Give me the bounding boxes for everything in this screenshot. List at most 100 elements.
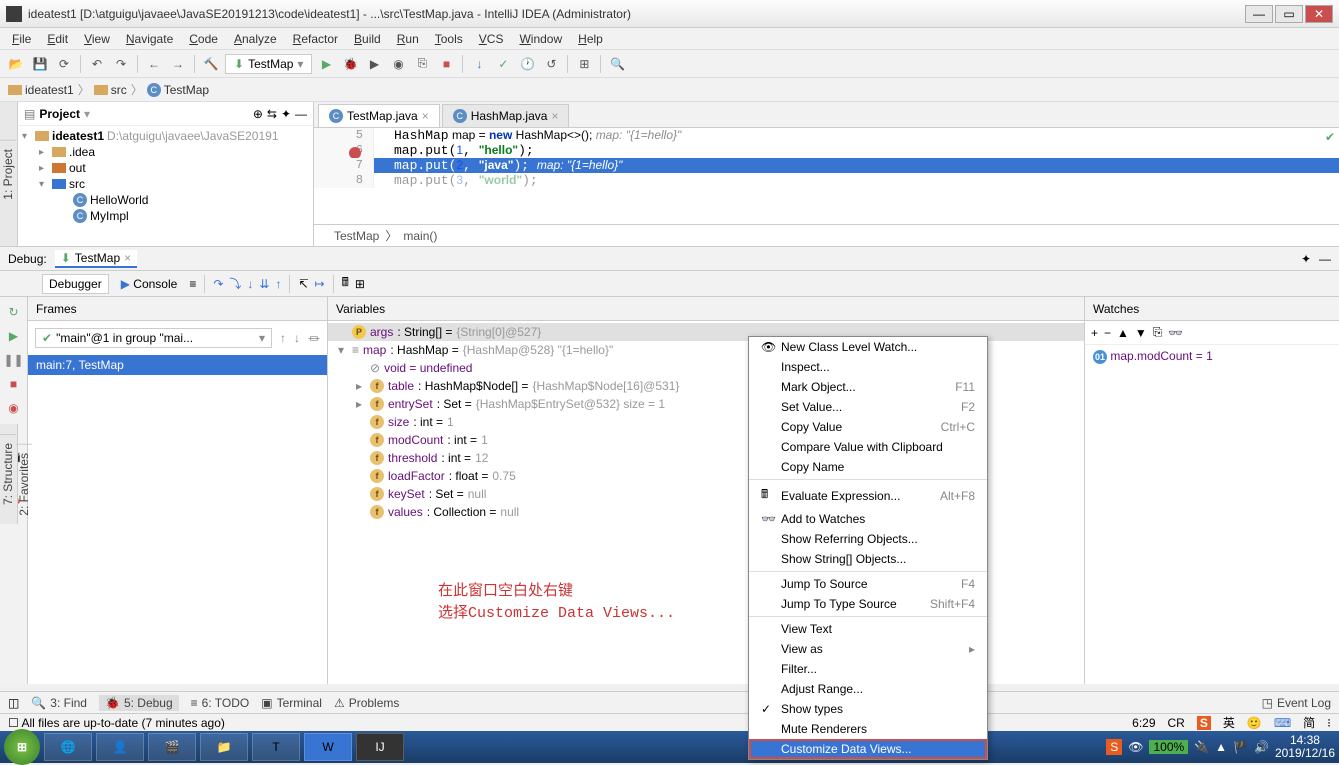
threads-icon[interactable]: ≡ (189, 277, 196, 291)
run-config-dropdown[interactable]: ⬇TestMap▾ (225, 54, 312, 74)
menu-item[interactable]: Set Value...F2 (749, 397, 987, 417)
tray-icon[interactable]: 👁 (1128, 740, 1143, 754)
project-tree[interactable]: ▾ideatest1 D:\atguigu\javaee\JavaSE20191… (18, 126, 313, 246)
stack-frame[interactable]: main:7, TestMap (28, 355, 327, 375)
back-icon[interactable]: ← (144, 54, 164, 74)
editor-tab[interactable]: CHashMap.java× (442, 104, 570, 127)
redo-icon[interactable]: ↷ (111, 54, 131, 74)
menu-run[interactable]: Run (389, 30, 427, 48)
menu-item[interactable]: Adjust Range... (749, 679, 987, 699)
menu-item[interactable]: View as▸ (749, 639, 987, 659)
crumb-folder[interactable]: src (94, 83, 127, 97)
tray-volume-icon[interactable]: 🔊 (1254, 740, 1269, 754)
evaluate-icon[interactable]: 🖩 (342, 273, 349, 294)
menu-view[interactable]: View (76, 30, 118, 48)
search-icon[interactable]: 🔍 (607, 54, 627, 74)
close-button[interactable]: ✕ (1305, 5, 1333, 23)
duplicate-watch-icon[interactable]: ⎘ (1153, 325, 1163, 340)
start-button[interactable]: ⊞ (4, 729, 40, 765)
collapse-all-icon[interactable]: ✦ (281, 107, 291, 121)
console-tab[interactable]: ▶ Console (115, 275, 184, 293)
drop-frame-icon[interactable]: ↸ (298, 277, 308, 291)
resume-icon[interactable]: ▶ (5, 327, 23, 345)
run-icon[interactable]: ▶ (316, 54, 336, 74)
menu-item[interactable]: ✓Show types (749, 699, 987, 719)
refresh-icon[interactable]: ⟳ (54, 54, 74, 74)
taskbar-app[interactable]: 🎬 (148, 733, 196, 761)
taskbar-app[interactable]: W (304, 733, 352, 761)
code-line[interactable]: 5HashMap map = new HashMap<>(); map: "{1… (314, 128, 1339, 143)
taskbar-app[interactable]: 📁 (200, 733, 248, 761)
step-into-icon[interactable]: ↓ (247, 277, 253, 291)
menu-item[interactable]: Jump To SourceF4 (749, 574, 987, 594)
hide-debug-icon[interactable]: — (1319, 252, 1331, 266)
hide-icon[interactable]: — (295, 107, 307, 121)
vcs-update-icon[interactable]: ↓ (469, 54, 489, 74)
menu-navigate[interactable]: Navigate (118, 30, 181, 48)
menu-code[interactable]: Code (181, 30, 226, 48)
forward-icon[interactable]: → (168, 54, 188, 74)
add-watch-icon[interactable]: + (1091, 326, 1098, 340)
menu-item[interactable]: Mute Renderers (749, 719, 987, 739)
menu-analyze[interactable]: Analyze (226, 30, 285, 48)
project-view-dropdown[interactable]: ▤ Project ▾ (24, 107, 249, 121)
vcs-commit-icon[interactable]: ✓ (493, 54, 513, 74)
step-over-icon[interactable]: ⤵ (229, 275, 241, 292)
attach-icon[interactable]: ⎘ (412, 54, 432, 74)
minimize-button[interactable]: — (1245, 5, 1273, 23)
force-step-into-icon[interactable]: ⇊ (259, 277, 269, 291)
thread-dropdown[interactable]: ✔"main"@1 in group "mai...▾ (35, 328, 272, 348)
code-line[interactable]: 8map.put(3, "world"); (314, 173, 1339, 188)
code-line[interactable]: 7map.put(2, "java"); map: "{1=hello}" (314, 158, 1339, 173)
select-opened-icon[interactable]: ⊕ (253, 107, 263, 121)
debug-tool-tab[interactable]: 🐞 5: Debug (99, 695, 179, 711)
menu-vcs[interactable]: VCS (471, 30, 512, 48)
tray-battery[interactable]: 100% (1149, 740, 1188, 754)
ime-script[interactable]: 简 (1303, 714, 1315, 731)
structure-tool-tab[interactable]: 7: Structure (0, 434, 16, 513)
profile-icon[interactable]: ◉ (388, 54, 408, 74)
undo-icon[interactable]: ↶ (87, 54, 107, 74)
tool-window-quick-access-icon[interactable]: ◫ (8, 696, 19, 710)
remove-watch-icon[interactable]: − (1104, 326, 1111, 340)
tray-flag-icon[interactable]: 🏴 (1233, 740, 1248, 754)
debug-session-tab[interactable]: ⬇TestMap× (55, 250, 137, 268)
menu-window[interactable]: Window (511, 30, 570, 48)
rerun-icon[interactable]: ↻ (5, 303, 23, 321)
menu-item[interactable]: Customize Data Views... (749, 739, 987, 759)
menu-item[interactable]: Filter... (749, 659, 987, 679)
todo-tool-tab[interactable]: ≡ 6: TODO (191, 696, 250, 710)
watch-up-icon[interactable]: ▲ (1117, 326, 1129, 340)
breakpoints-icon[interactable]: ◉ (5, 399, 23, 417)
watch-down-icon[interactable]: ▼ (1135, 326, 1147, 340)
menu-item[interactable]: 👓Add to Watches (749, 509, 987, 529)
menu-item[interactable]: Compare Value with Clipboard (749, 437, 987, 457)
menu-item[interactable]: View Text (749, 619, 987, 639)
menu-item[interactable]: Inspect... (749, 357, 987, 377)
stop-icon[interactable]: ■ (436, 54, 456, 74)
tray-up-icon[interactable]: ▲ (1215, 740, 1227, 754)
menu-item[interactable]: 👁New Class Level Watch... (749, 337, 987, 357)
taskbar-app[interactable]: 👤 (96, 733, 144, 761)
menu-item[interactable]: Mark Object...F11 (749, 377, 987, 397)
build-icon[interactable]: 🔨 (201, 54, 221, 74)
ime-lang[interactable]: 英 (1223, 714, 1235, 731)
menu-tools[interactable]: Tools (427, 30, 471, 48)
pause-icon[interactable]: ❚❚ (5, 351, 23, 369)
problems-tool-tab[interactable]: ⚠ Problems (334, 696, 399, 710)
find-tool-tab[interactable]: 🔍 3: Find (31, 696, 87, 710)
taskbar-app[interactable]: 🌐 (44, 733, 92, 761)
save-all-icon[interactable]: 💾 (30, 54, 50, 74)
favorites-tool-tab[interactable]: 2: Favorites (16, 444, 32, 524)
menu-item[interactable]: Jump To Type SourceShift+F4 (749, 594, 987, 614)
ime-emoji-icon[interactable]: 🙂 (1247, 716, 1262, 730)
tray-ime-icon[interactable]: S (1106, 739, 1122, 755)
taskbar-app[interactable]: T (252, 733, 300, 761)
menu-refactor[interactable]: Refactor (285, 30, 346, 48)
ime-keyboard-icon[interactable]: ⌨ (1274, 716, 1291, 730)
debugger-tab[interactable]: Debugger (42, 274, 109, 294)
maximize-button[interactable]: ▭ (1275, 5, 1303, 23)
settings-icon[interactable]: ✦ (1301, 252, 1311, 266)
stop-debug-icon[interactable]: ■ (5, 375, 23, 393)
menu-item[interactable]: Copy Name (749, 457, 987, 477)
